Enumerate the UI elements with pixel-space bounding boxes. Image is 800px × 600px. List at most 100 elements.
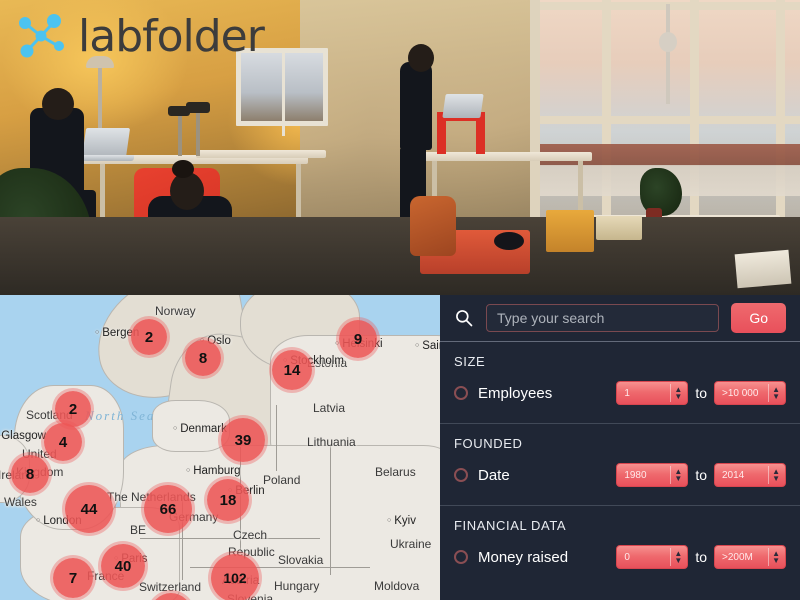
range-from-select[interactable]: 1 ▲ ▼: [616, 381, 689, 405]
range-from-select[interactable]: 1980 ▲ ▼: [616, 463, 689, 487]
map-cluster-marker[interactable]: 8: [185, 340, 221, 376]
map-cluster-marker[interactable]: 39: [221, 418, 265, 462]
map-cluster-marker[interactable]: 102: [211, 554, 259, 600]
map-country-label: Wales: [4, 495, 37, 509]
filter-section-title: SIZE: [454, 354, 486, 369]
photo-person-hair-bun: [172, 160, 194, 178]
map-country-label: Slovakia: [278, 553, 324, 567]
map-country-label: Switzerland: [139, 580, 202, 594]
map-cluster-marker[interactable]: 8: [11, 455, 49, 493]
map-country-label: Lithuania: [307, 435, 356, 449]
photo-headphones: [494, 232, 524, 250]
map-country-label: Czech: [233, 528, 268, 542]
range-from-value: 1: [624, 387, 630, 399]
spinner-separator: [768, 466, 769, 484]
panel-divider: [440, 505, 800, 506]
map-cluster-marker[interactable]: 18: [207, 479, 249, 521]
spinner-separator: [670, 466, 672, 484]
range-from-value: 0: [624, 551, 630, 563]
filter-radio-money-raised[interactable]: [454, 550, 468, 564]
map-cluster-marker[interactable]: 4: [44, 423, 82, 461]
photo-desk: [196, 150, 326, 158]
chevron-down-icon[interactable]: ▼: [772, 557, 780, 565]
range-to-select[interactable]: 2014 ▲ ▼: [714, 463, 786, 487]
map-city-label-text: Hamburg: [193, 465, 241, 477]
photo-laptop: [81, 128, 131, 158]
panel-divider: [440, 341, 800, 342]
filter-radio-date[interactable]: [454, 468, 468, 482]
map-cluster-marker[interactable]: 2: [131, 319, 167, 355]
chevron-down-icon[interactable]: ▼: [772, 475, 780, 483]
range-to-select[interactable]: >200M ▲ ▼: [714, 545, 786, 569]
panel-divider: [440, 423, 800, 424]
range-connector: to: [695, 385, 707, 401]
spinner-separator: [768, 548, 769, 566]
range-to-value: 2014: [722, 469, 745, 481]
spinner-separator: [670, 548, 672, 566]
spinner-arrows-icon[interactable]: ▲ ▼: [772, 550, 780, 565]
range-to-value: >10 000: [722, 387, 759, 399]
brand-logo: labfolder: [14, 8, 265, 64]
photo-floor: [0, 217, 800, 295]
map-cluster-marker[interactable]: 44: [65, 485, 113, 533]
map-country-label: Hungary: [274, 579, 320, 593]
window-mullion: [540, 2, 800, 10]
office-photo: labfolder: [0, 0, 800, 295]
photo-laptop: [442, 94, 484, 118]
map-country-label: Latvia: [313, 401, 346, 415]
filter-section: FINANCIAL DATA Money raised 0 ▲ ▼ to >200M ▲ ▼: [440, 506, 800, 587]
map-cluster-marker[interactable]: 2: [55, 391, 91, 427]
range-to-value: >200M: [722, 551, 753, 563]
range-from-select[interactable]: 0 ▲ ▼: [616, 545, 689, 569]
spinner-arrows-icon[interactable]: ▲ ▼: [772, 386, 780, 401]
photo-crate: [546, 210, 594, 252]
filter-radio-employees[interactable]: [454, 386, 468, 400]
photo-desk-lamp-head: [186, 102, 210, 113]
photo-person-head: [42, 88, 74, 120]
filter-range: 1 ▲ ▼ to >10 000 ▲ ▼: [616, 381, 786, 405]
spinner-arrows-icon[interactable]: ▲ ▼: [674, 468, 682, 483]
photo-desk-leg: [296, 164, 301, 224]
map-cluster-marker[interactable]: 40: [101, 544, 145, 588]
map-sea-label: North Sea: [85, 408, 156, 423]
map-city-label-text: Saint: [422, 340, 440, 352]
photo-papers: [734, 249, 792, 289]
filter-label: Money raised: [478, 548, 569, 566]
spinner-arrows-icon[interactable]: ▲ ▼: [674, 550, 682, 565]
map-country-label: Ukraine: [390, 537, 432, 551]
photo-desk-lamp: [178, 112, 182, 156]
range-connector: to: [695, 549, 707, 565]
map-cluster-marker[interactable]: 14: [272, 350, 312, 390]
range-connector: to: [695, 467, 707, 483]
filter-label: Date: [478, 466, 510, 484]
range-to-select[interactable]: >10 000 ▲ ▼: [714, 381, 786, 405]
photo-person-standing: [400, 62, 432, 150]
spinner-arrows-icon[interactable]: ▲ ▼: [772, 468, 780, 483]
map-cluster-marker[interactable]: 9: [339, 320, 377, 358]
map-city-label: Saint: [415, 340, 440, 352]
chevron-down-icon[interactable]: ▼: [772, 393, 780, 401]
photo-person-head: [170, 172, 204, 210]
map-country-label: Norway: [155, 304, 196, 318]
app-root: labfolder North Sea Norway Estonia Latvia L…: [0, 0, 800, 600]
map-country-label: Moldova: [374, 579, 420, 593]
search-icon: [456, 310, 473, 327]
photo-wooden-chair: [410, 196, 456, 256]
filter-section: SIZE Employees 1 ▲ ▼ to >10 000 ▲ ▼: [440, 342, 800, 423]
chevron-down-icon[interactable]: ▼: [674, 393, 682, 401]
map-border: [330, 445, 331, 575]
filter-row: Employees 1 ▲ ▼ to >10 000 ▲ ▼: [454, 381, 786, 405]
spinner-arrows-icon[interactable]: ▲ ▼: [674, 386, 682, 401]
filter-section: FOUNDED Date 1980 ▲ ▼ to 2014 ▲ ▼: [440, 424, 800, 505]
filter-section-title: FINANCIAL DATA: [454, 518, 567, 533]
search-input[interactable]: [486, 304, 720, 332]
filter-range: 0 ▲ ▼ to >200M ▲ ▼: [616, 545, 786, 569]
chevron-down-icon[interactable]: ▼: [674, 475, 682, 483]
map-cluster-marker[interactable]: 66: [144, 485, 192, 533]
go-button[interactable]: Go: [731, 303, 786, 333]
chevron-down-icon[interactable]: ▼: [674, 557, 682, 565]
results-map[interactable]: North Sea Norway Estonia Latvia Lithuania Be…: [0, 295, 440, 600]
filter-sections: SIZE Employees 1 ▲ ▼ to >10 000 ▲ ▼ FOUNDED Date 19…: [440, 342, 800, 587]
search-panel: Go SIZE Employees 1 ▲▼ to >10 000 ▲▼ FOUNDED Dat…: [440, 295, 800, 600]
map-cluster-marker[interactable]: 7: [53, 558, 93, 598]
